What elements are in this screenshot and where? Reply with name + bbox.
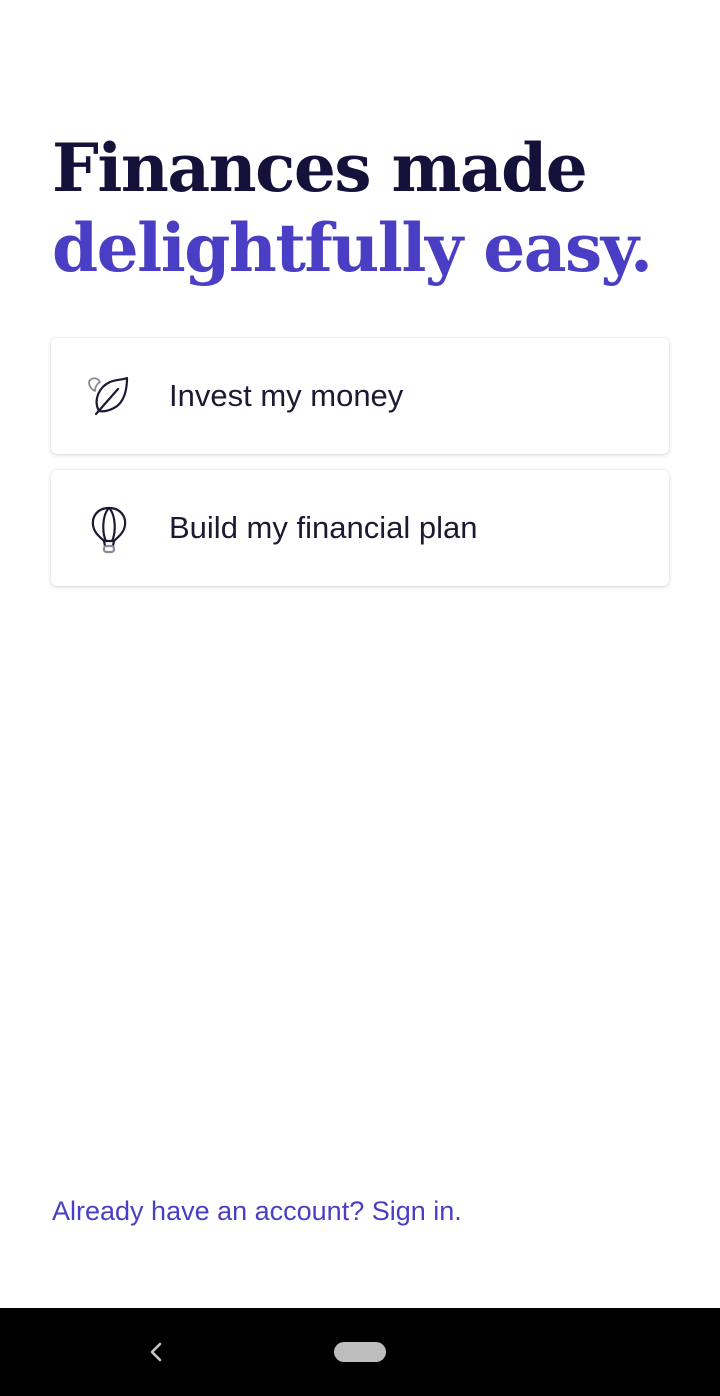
page-headline: Finances made delightfully easy.: [52, 128, 653, 288]
back-chevron-icon[interactable]: [144, 1338, 170, 1366]
home-pill[interactable]: [334, 1342, 386, 1362]
hot-air-balloon-icon: [87, 506, 131, 554]
invest-option-label: Invest my money: [169, 378, 404, 413]
system-navigation-bar: [0, 1308, 720, 1396]
build-financial-plan-button[interactable]: Build my financial plan: [51, 470, 669, 586]
headline-line-1: Finances made: [52, 129, 588, 207]
welcome-screen: Finances made delightfully easy. Invest …: [0, 0, 720, 1396]
plan-option-label: Build my financial plan: [169, 510, 478, 545]
leaf-icon: [87, 374, 131, 418]
headline-line-2-accent: delightfully easy.: [52, 209, 653, 287]
invest-my-money-button[interactable]: Invest my money: [51, 338, 669, 454]
sign-in-link[interactable]: Already have an account? Sign in.: [52, 1196, 462, 1227]
